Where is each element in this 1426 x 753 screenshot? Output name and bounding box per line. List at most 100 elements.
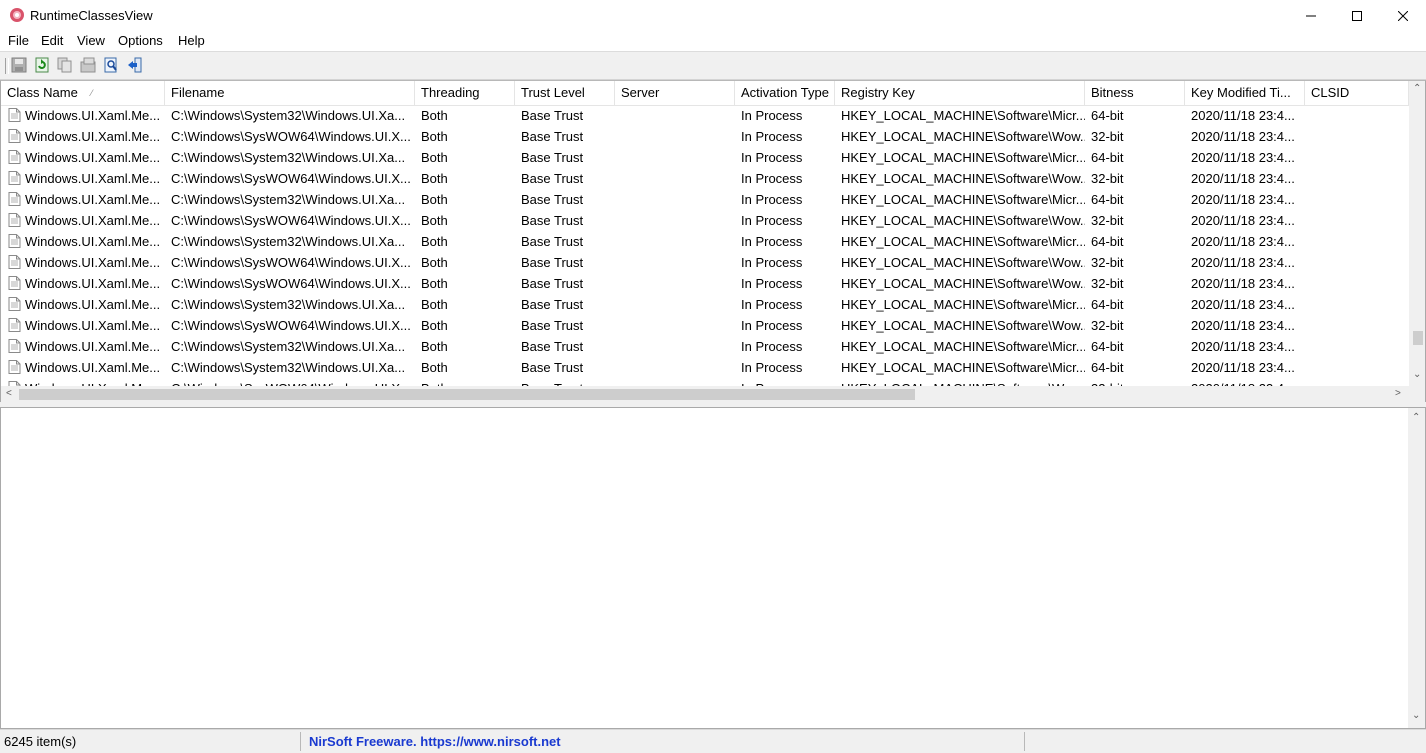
menu-edit[interactable]: Edit <box>41 33 63 48</box>
cell-key-modified: 2020/11/18 23:4... <box>1191 318 1295 333</box>
cell-key-modified: 2020/11/18 23:4... <box>1191 192 1295 207</box>
details-scroll-up-arrow[interactable]: ⌃ <box>1412 412 1420 423</box>
menu-file[interactable]: File <box>8 33 29 48</box>
horizontal-scroll-thumb[interactable] <box>19 389 915 400</box>
menu-options[interactable]: Options <box>118 33 163 48</box>
column-header-bitness[interactable]: Bitness <box>1085 81 1185 105</box>
scroll-up-arrow[interactable]: ⌃ <box>1413 83 1421 94</box>
table-row[interactable]: Windows.UI.Xaml.Me... C:\Windows\System32… <box>1 189 1409 210</box>
table-row[interactable]: Windows.UI.Xaml.Me... C:\Windows\SysWOW64… <box>1 315 1409 336</box>
minimize-icon <box>1306 15 1316 16</box>
close-icon <box>1398 10 1408 21</box>
exit-icon[interactable] <box>127 57 143 73</box>
vertical-scroll-thumb[interactable] <box>1413 331 1423 345</box>
toolbar <box>0 51 1426 80</box>
cell-bitness: 64-bit <box>1091 234 1124 249</box>
cell-threading: Both <box>421 108 448 123</box>
cell-class-name: Windows.UI.Xaml.Me... <box>25 360 161 375</box>
table-row[interactable]: Windows.UI.Xaml.Me... C:\Windows\SysWOW64… <box>1 168 1409 189</box>
details-scroll-down-arrow[interactable]: ⌄ <box>1412 710 1420 721</box>
refresh-icon[interactable] <box>34 57 50 73</box>
column-header-registry-key[interactable]: Registry Key <box>835 81 1085 105</box>
cell-activation-type: In Process <box>741 339 803 354</box>
cell-threading: Both <box>421 360 448 375</box>
details-pane[interactable]: ⌃ ⌄ <box>0 407 1426 729</box>
table-row[interactable]: Windows.UI.Xaml.Me... C:\Windows\System32… <box>1 231 1409 252</box>
cell-class-name: Windows.UI.Xaml.Me... <box>25 213 161 228</box>
cell-registry-key: HKEY_LOCAL_MACHINE\Software\Micr... <box>841 234 1085 249</box>
column-header-clsid[interactable]: CLSID <box>1305 81 1409 105</box>
cell-trust-level: Base Trust <box>521 234 584 249</box>
cell-clsid <box>1305 210 1409 231</box>
find-icon[interactable] <box>103 57 119 73</box>
column-header-trust-level[interactable]: Trust Level <box>515 81 615 105</box>
status-divider <box>300 732 301 751</box>
nirsoft-link[interactable]: NirSoft Freeware. https://www.nirsoft.ne… <box>309 734 561 749</box>
cell-bitness: 64-bit <box>1091 339 1124 354</box>
toolbar-separator <box>5 58 9 74</box>
table-row[interactable]: Windows.UI.Xaml.Me... C:\Windows\SysWOW64… <box>1 252 1409 273</box>
cell-key-modified: 2020/11/18 23:4... <box>1191 360 1295 375</box>
properties-icon[interactable] <box>80 57 96 73</box>
horizontal-scrollbar[interactable]: < > <box>1 386 1409 403</box>
window-title: RuntimeClassesView <box>30 8 153 23</box>
scroll-down-arrow[interactable]: ⌄ <box>1413 369 1421 380</box>
maximize-button[interactable] <box>1334 0 1380 31</box>
cell-activation-type: In Process <box>741 150 803 165</box>
cell-activation-type: In Process <box>741 255 803 270</box>
cell-clsid <box>1305 252 1409 273</box>
cell-clsid <box>1305 357 1409 378</box>
cell-threading: Both <box>421 129 448 144</box>
cell-filename: C:\Windows\System32\Windows.UI.Xa... <box>171 339 406 354</box>
cell-bitness: 64-bit <box>1091 360 1124 375</box>
column-header-label: Class Name <box>7 85 78 100</box>
table-row[interactable]: Windows.UI.Xaml.Me... C:\Windows\System32… <box>1 105 1409 126</box>
column-header-activation-type[interactable]: Activation Type <box>735 81 835 105</box>
close-button[interactable] <box>1380 0 1426 31</box>
cell-trust-level: Base Trust <box>521 276 584 291</box>
scroll-left-arrow[interactable]: < <box>6 388 12 399</box>
details-vertical-scrollbar[interactable]: ⌃ ⌄ <box>1408 408 1425 728</box>
vertical-scrollbar[interactable]: ⌃ ⌄ <box>1409 81 1425 386</box>
table-row[interactable]: Windows.UI.Xaml.Me... C:\Windows\System32… <box>1 294 1409 315</box>
table-row[interactable]: Windows.UI.Xaml.Me... C:\Windows\System32… <box>1 357 1409 378</box>
cell-clsid <box>1305 231 1409 252</box>
cell-activation-type: In Process <box>741 108 803 123</box>
column-header-filename[interactable]: Filename <box>165 81 415 105</box>
copy-icon[interactable] <box>57 57 73 73</box>
item-count: 6245 item(s) <box>4 734 77 749</box>
column-header-server[interactable]: Server <box>615 81 735 105</box>
cell-registry-key: HKEY_LOCAL_MACHINE\Software\Wow... <box>841 255 1085 270</box>
cell-trust-level: Base Trust <box>521 255 584 270</box>
cell-activation-type: In Process <box>741 234 803 249</box>
class-list[interactable]: Class Name ⁄ Filename Threading Trust Le… <box>0 80 1426 404</box>
maximize-icon <box>1352 10 1362 21</box>
cell-threading: Both <box>421 192 448 207</box>
cell-activation-type: In Process <box>741 129 803 144</box>
save-icon[interactable] <box>11 57 27 73</box>
cell-threading: Both <box>421 150 448 165</box>
cell-activation-type: In Process <box>741 276 803 291</box>
column-header-class-name[interactable]: Class Name ⁄ <box>1 81 165 105</box>
table-row[interactable]: Windows.UI.Xaml.Me... C:\Windows\SysWOW64… <box>1 210 1409 231</box>
cell-clsid <box>1305 105 1409 126</box>
minimize-button[interactable] <box>1288 0 1334 31</box>
cell-clsid <box>1305 315 1409 336</box>
menu-help[interactable]: Help <box>178 33 205 48</box>
cell-registry-key: HKEY_LOCAL_MACHINE\Software\Wow... <box>841 213 1085 228</box>
table-row[interactable]: Windows.UI.Xaml.Me... C:\Windows\SysWOW64… <box>1 126 1409 147</box>
table-row[interactable]: Windows.UI.Xaml.Me... C:\Windows\SysWOW64… <box>1 273 1409 294</box>
cell-key-modified: 2020/11/18 23:4... <box>1191 108 1295 123</box>
scroll-right-arrow[interactable]: > <box>1395 388 1401 399</box>
cell-activation-type: In Process <box>741 318 803 333</box>
table-row[interactable]: Windows.UI.Xaml.Me... C:\Windows\System32… <box>1 147 1409 168</box>
column-header-threading[interactable]: Threading <box>415 81 515 105</box>
cell-filename: C:\Windows\SysWOW64\Windows.UI.X... <box>171 213 411 228</box>
cell-key-modified: 2020/11/18 23:4... <box>1191 129 1295 144</box>
cell-class-name: Windows.UI.Xaml.Me... <box>25 276 161 291</box>
title-bar: RuntimeClassesView <box>0 0 1426 31</box>
column-header-key-modified[interactable]: Key Modified Ti... <box>1185 81 1305 105</box>
table-row[interactable]: Windows.UI.Xaml.Me... C:\Windows\System32… <box>1 336 1409 357</box>
cell-bitness: 32-bit <box>1091 255 1124 270</box>
menu-view[interactable]: View <box>77 33 105 48</box>
